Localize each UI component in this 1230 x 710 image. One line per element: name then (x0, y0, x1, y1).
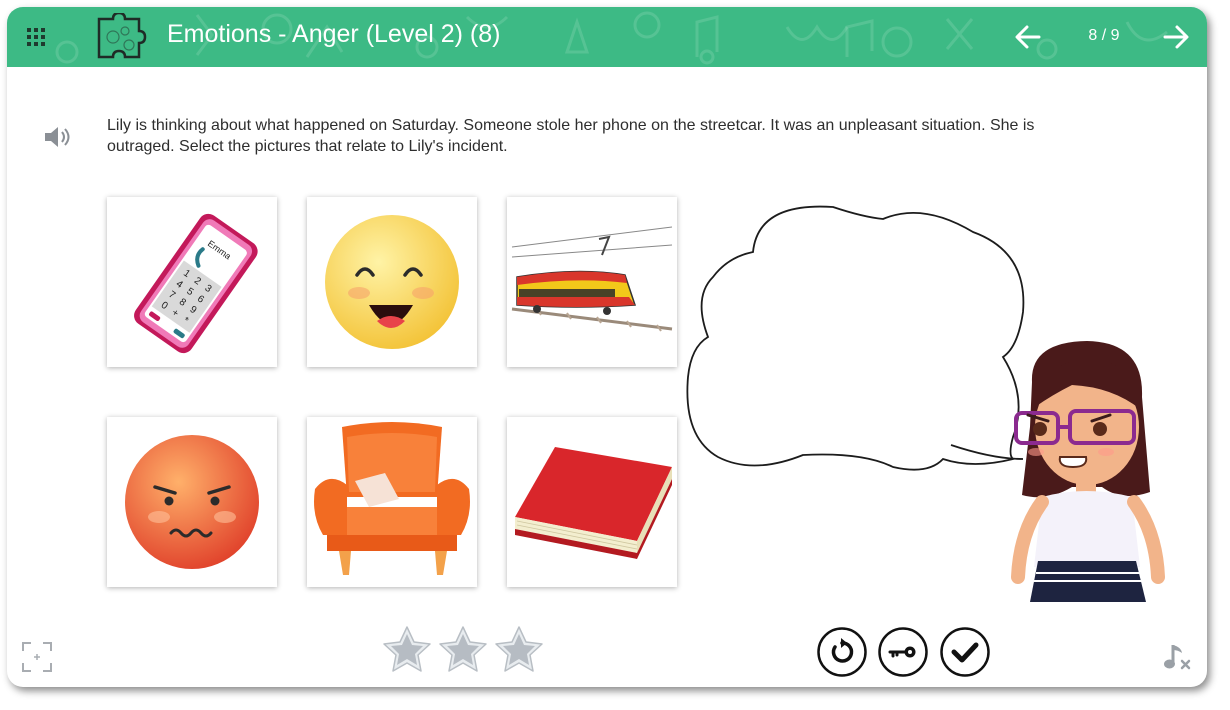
arrow-left-icon[interactable] (1013, 22, 1043, 52)
page-counter: 8 / 9 (1088, 27, 1120, 44)
answer-key-button[interactable] (878, 627, 928, 677)
tile-book[interactable] (507, 417, 677, 587)
grid-menu-icon[interactable] (27, 28, 45, 46)
tile-happy-face[interactable] (307, 197, 477, 367)
speech-bubble (686, 205, 1025, 471)
star-icon (439, 626, 487, 672)
tile-armchair[interactable] (307, 417, 477, 587)
happy-face-image (325, 215, 459, 349)
streetcar-image (511, 226, 673, 332)
star-icon (383, 626, 431, 672)
star-icon (495, 626, 543, 672)
arrow-right-icon[interactable] (1161, 22, 1191, 52)
activity-card: Emotions - Anger (Level 2) (8) 8 / 9 Lil… (7, 7, 1207, 687)
phone-image: Emma 123 456 789 0+* (134, 213, 258, 354)
check-button[interactable] (940, 627, 990, 677)
armchair-image (314, 422, 470, 575)
puzzle-icon (97, 13, 147, 59)
tile-angry-face[interactable] (107, 417, 277, 587)
tile-streetcar[interactable] (507, 197, 677, 367)
retry-button[interactable] (817, 627, 867, 677)
angry-girl-illustration (1011, 341, 1165, 602)
angry-face-image (125, 435, 259, 569)
book-image (515, 447, 672, 559)
activity-title: Emotions - Anger (Level 2) (8) (167, 20, 501, 48)
star-rating (383, 626, 543, 672)
tile-phone[interactable]: Emma 123 456 789 0 + * (107, 197, 277, 367)
question-text: Lily is thinking about what happened on … (107, 117, 1035, 155)
header-bar: Emotions - Anger (Level 2) (8) 8 / 9 (7, 7, 1207, 67)
music-off-icon[interactable] (1163, 641, 1193, 673)
speaker-icon[interactable] (43, 125, 71, 149)
fullscreen-icon[interactable] (21, 641, 53, 673)
